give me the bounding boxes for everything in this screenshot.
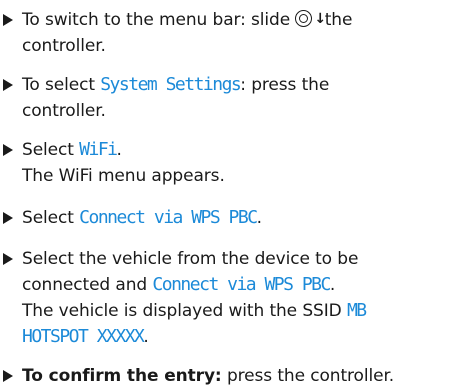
step-text: connected and bbox=[22, 275, 153, 295]
step-text: The WiFi menu appears. bbox=[22, 166, 225, 186]
step-text: . bbox=[329, 275, 336, 295]
step-text: The vehicle is displayed with the SSID bbox=[22, 301, 347, 321]
step-text-line: HOTSPOT XXXXX. bbox=[22, 326, 149, 348]
step-text-line: controller. bbox=[22, 36, 106, 56]
step-text: Select bbox=[22, 208, 80, 228]
step-text: controller. bbox=[22, 101, 106, 121]
step-text-line: To confirm the entry: press the controll… bbox=[22, 366, 394, 386]
step-text-line: connected and Connect via WPS PBC. bbox=[22, 274, 336, 296]
instruction-page: To switch to the menu bar: slide ↓ the co… bbox=[0, 0, 462, 386]
menu-item-reference: HOTSPOT XXXXX bbox=[22, 326, 145, 347]
step-text-line: The WiFi menu appears. bbox=[22, 166, 225, 186]
step-text: . bbox=[116, 140, 122, 160]
step-text: press the controller. bbox=[221, 366, 395, 386]
step-heading: To confirm the entry: bbox=[22, 366, 222, 386]
step-text: controller. bbox=[22, 36, 106, 56]
step-text-line: To select System Settings: press the bbox=[22, 74, 330, 96]
menu-item-reference: WiFi bbox=[79, 139, 118, 160]
step-text-line: Select Connect via WPS PBC. bbox=[22, 207, 262, 229]
step-text: To select bbox=[22, 75, 101, 95]
menu-item-reference: Connect via WPS PBC bbox=[79, 207, 258, 228]
step-bullet-icon bbox=[3, 370, 13, 382]
step-text: . bbox=[256, 208, 262, 228]
step-text-line: controller. bbox=[22, 101, 106, 121]
step-text: : press the bbox=[240, 75, 330, 95]
step-bullet-icon bbox=[3, 253, 13, 265]
step-text: . bbox=[143, 327, 149, 347]
step-bullet-icon bbox=[3, 79, 13, 91]
step-bullet-icon bbox=[3, 14, 13, 26]
controller-slide-down-icon: ↓ bbox=[295, 10, 326, 28]
step-text: To switch to the menu bar: slide bbox=[22, 10, 296, 30]
step-text-line: The vehicle is displayed with the SSID M… bbox=[22, 300, 367, 322]
step-text-line: To switch to the menu bar: slide ↓ the bbox=[22, 10, 352, 30]
menu-item-reference: System Settings bbox=[100, 74, 242, 95]
step-bullet-icon bbox=[3, 144, 13, 156]
menu-item-reference: Connect via WPS PBC bbox=[152, 274, 331, 295]
step-bullet-icon bbox=[3, 212, 13, 224]
step-text-line: Select WiFi. bbox=[22, 139, 122, 161]
menu-item-reference: MB bbox=[346, 300, 367, 321]
step-text-line: Select the vehicle from the device to be bbox=[22, 249, 358, 269]
step-text: Select bbox=[22, 140, 80, 160]
step-text: Select the vehicle from the device to be bbox=[22, 249, 359, 269]
